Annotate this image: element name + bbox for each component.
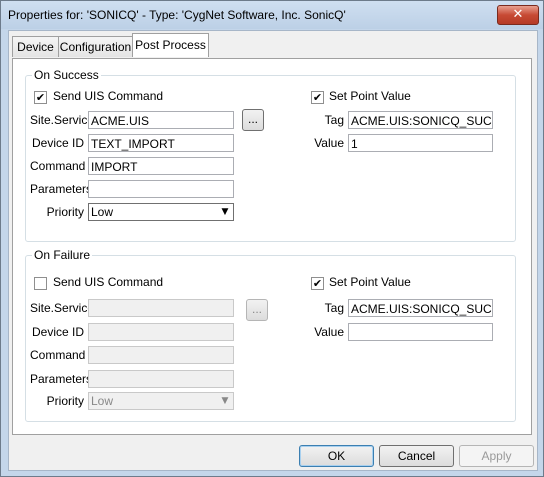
failure-browse-button[interactable]: ... [246,299,268,321]
failure-command-label: Command [30,348,86,362]
success-send-uis-label: Send UIS Command [53,89,164,103]
check-icon: ✔ [312,277,323,290]
failure-value-input[interactable] [348,323,493,341]
failure-priority-label: Priority [46,394,84,408]
success-value-input[interactable]: 1 [348,134,493,152]
failure-priority-select[interactable]: Low ▼ [88,392,234,410]
post-process-panel: On Success ✔ Send UIS Command Site.Servi… [12,58,532,435]
failure-set-point-label: Set Point Value [329,275,411,289]
failure-send-uis-label: Send UIS Command [53,275,164,289]
failure-site-service-label: Site.Service [30,301,95,315]
success-site-service-label: Site.Service [30,113,95,127]
success-site-service-input[interactable]: ACME.UIS [88,111,234,129]
success-priority-value: Low [91,205,114,219]
close-button[interactable]: ✕ [497,5,539,25]
apply-button[interactable]: Apply [459,445,534,467]
on-failure-legend: On Failure [32,248,93,262]
tab-post-process[interactable]: Post Process [132,33,209,57]
success-command-input[interactable]: IMPORT [88,157,234,175]
failure-send-uis-checkbox[interactable] [34,277,47,290]
on-failure-group: On Failure Send UIS Command Site.Service… [25,248,516,422]
success-device-id-label: Device ID [31,136,84,150]
failure-tag-input[interactable]: ACME.UIS:SONICQ_SUCCES [348,299,493,317]
success-device-id-input[interactable]: TEXT_IMPORT [88,134,234,152]
check-icon: ✔ [35,91,46,104]
failure-command-input[interactable] [88,346,234,364]
success-send-uis-checkbox[interactable]: ✔ [34,91,47,104]
success-priority-select[interactable]: Low ▼ [88,203,234,221]
success-set-point-checkbox[interactable]: ✔ [311,91,324,104]
window-title: Properties for: 'SONICQ' - Type: 'CygNet… [8,8,346,22]
failure-value-label: Value [314,325,344,339]
on-success-group: On Success ✔ Send UIS Command Site.Servi… [25,68,516,242]
ok-button[interactable]: OK [299,445,374,467]
tab-configuration[interactable]: Configuration [58,36,133,57]
failure-parameters-label: Parameters [30,372,93,386]
success-tag-input[interactable]: ACME.UIS:SONICQ_SUCCES [348,111,493,129]
success-parameters-label: Parameters [30,182,93,196]
success-parameters-input[interactable] [88,180,234,198]
failure-device-id-label: Device ID [31,325,84,339]
tab-device[interactable]: Device [12,36,59,57]
failure-set-point-checkbox[interactable]: ✔ [311,277,324,290]
close-icon: ✕ [512,7,524,22]
chevron-down-icon: ▼ [221,207,229,217]
failure-priority-value: Low [91,394,114,408]
failure-site-service-input[interactable] [88,299,234,317]
success-tag-label: Tag [324,113,344,127]
on-success-legend: On Success [32,68,101,82]
title-bar[interactable]: Properties for: 'SONICQ' - Type: 'CygNet… [1,1,543,29]
success-set-point-label: Set Point Value [329,89,411,103]
success-command-label: Command [30,159,86,173]
failure-device-id-input[interactable] [88,323,234,341]
failure-tag-label: Tag [324,301,344,315]
dialog-client-area: Device Configuration Post Process On Suc… [8,30,538,471]
success-value-label: Value [314,136,344,150]
check-icon: ✔ [312,91,323,104]
success-priority-label: Priority [46,205,84,219]
chevron-down-icon: ▼ [221,396,229,406]
success-browse-button[interactable]: ... [242,109,264,131]
cancel-button[interactable]: Cancel [379,445,454,467]
properties-dialog: Properties for: 'SONICQ' - Type: 'CygNet… [0,0,544,477]
failure-parameters-input[interactable] [88,370,234,388]
